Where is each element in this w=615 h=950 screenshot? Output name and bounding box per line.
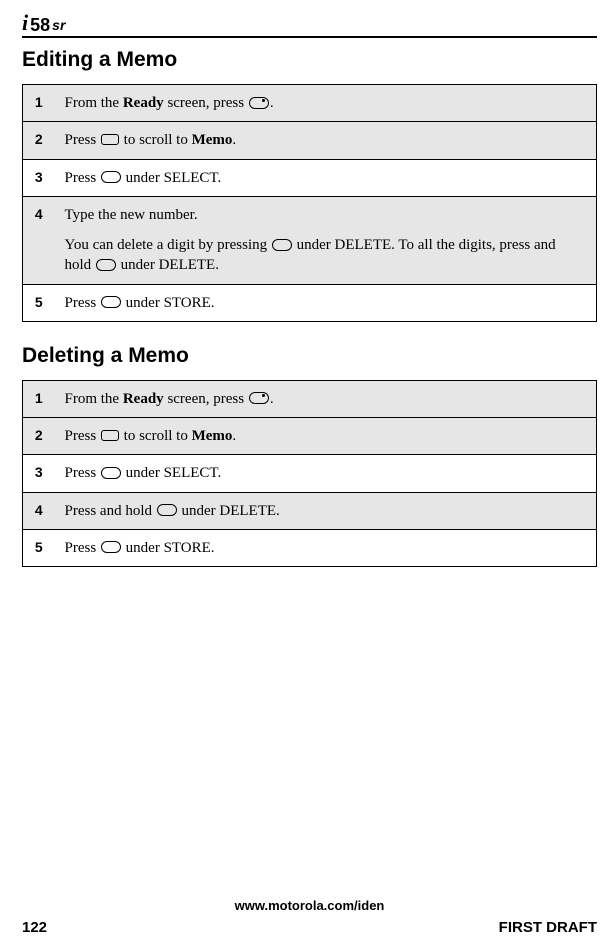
logo-i: i bbox=[22, 12, 28, 34]
text: . bbox=[232, 428, 236, 444]
draft-label: FIRST DRAFT bbox=[499, 919, 597, 936]
text: under STORE. bbox=[122, 295, 215, 311]
text: screen, press bbox=[164, 95, 248, 111]
step-number: 2 bbox=[23, 122, 57, 159]
step-number: 4 bbox=[23, 196, 57, 284]
footer-url: www.motorola.com/iden bbox=[22, 898, 597, 913]
table-row: 3 Press under SELECT. bbox=[23, 455, 597, 492]
page-header: i 58 sr bbox=[22, 12, 597, 38]
text: . bbox=[232, 132, 236, 148]
text: . bbox=[270, 95, 274, 111]
text-bold: Memo bbox=[192, 132, 233, 148]
text: Press bbox=[65, 428, 100, 444]
step-number: 5 bbox=[23, 529, 57, 566]
table-row: 4 Type the new number. You can delete a … bbox=[23, 196, 597, 284]
step-text: Press under SELECT. bbox=[57, 455, 597, 492]
softkey-icon bbox=[101, 467, 121, 479]
table-deleting-memo: 1 From the Ready screen, press . 2 Press… bbox=[22, 380, 597, 567]
text: Press bbox=[65, 170, 100, 186]
logo-suffix: sr bbox=[52, 18, 65, 34]
page-footer: www.motorola.com/iden 122 FIRST DRAFT bbox=[22, 898, 597, 936]
table-row: 1 From the Ready screen, press . bbox=[23, 85, 597, 122]
step-number: 1 bbox=[23, 85, 57, 122]
text: From the bbox=[65, 391, 123, 407]
text-bold: Memo bbox=[192, 428, 233, 444]
text-bold: Ready bbox=[123, 391, 164, 407]
step-text: Press under SELECT. bbox=[57, 159, 597, 196]
softkey-icon bbox=[101, 541, 121, 553]
table-row: 5 Press under STORE. bbox=[23, 284, 597, 321]
step-number: 4 bbox=[23, 492, 57, 529]
text: Type the new number. bbox=[65, 207, 198, 223]
text: to scroll to bbox=[120, 132, 192, 148]
nav-key-icon bbox=[101, 430, 119, 441]
text: under DELETE. bbox=[178, 503, 280, 519]
table-editing-memo: 1 From the Ready screen, press . 2 Press… bbox=[22, 84, 597, 322]
step-text: Press to scroll to Memo. bbox=[57, 418, 597, 455]
text: . bbox=[270, 391, 274, 407]
text: under STORE. bbox=[122, 540, 215, 556]
softkey-icon bbox=[101, 296, 121, 308]
logo-model-number: 58 bbox=[30, 16, 50, 34]
text: under DELETE. bbox=[117, 257, 219, 273]
text: Press bbox=[65, 540, 100, 556]
softkey-icon bbox=[157, 504, 177, 516]
text: under SELECT. bbox=[122, 170, 221, 186]
step-number: 1 bbox=[23, 380, 57, 417]
step-number: 2 bbox=[23, 418, 57, 455]
step-number: 5 bbox=[23, 284, 57, 321]
step-text: From the Ready screen, press . bbox=[57, 380, 597, 417]
page-number: 122 bbox=[22, 919, 47, 936]
step-text: Press under STORE. bbox=[57, 284, 597, 321]
table-row: 1 From the Ready screen, press . bbox=[23, 380, 597, 417]
step-text: Type the new number. You can delete a di… bbox=[57, 196, 597, 284]
table-row: 3 Press under SELECT. bbox=[23, 159, 597, 196]
text: From the bbox=[65, 95, 123, 111]
softkey-icon bbox=[272, 239, 292, 251]
text: under SELECT. bbox=[122, 465, 221, 481]
menu-key-icon bbox=[249, 97, 269, 109]
text: Press and hold bbox=[65, 503, 156, 519]
heading-deleting-memo: Deleting a Memo bbox=[22, 344, 597, 368]
text: Press bbox=[65, 295, 100, 311]
text: Press bbox=[65, 132, 100, 148]
table-row: 2 Press to scroll to Memo. bbox=[23, 122, 597, 159]
menu-key-icon bbox=[249, 392, 269, 404]
step-text: Press and hold under DELETE. bbox=[57, 492, 597, 529]
text-bold: Ready bbox=[123, 95, 164, 111]
step-text: Press to scroll to Memo. bbox=[57, 122, 597, 159]
step-text: Press under STORE. bbox=[57, 529, 597, 566]
text: to scroll to bbox=[120, 428, 192, 444]
nav-key-icon bbox=[101, 134, 119, 145]
softkey-icon bbox=[96, 259, 116, 271]
step-text: From the Ready screen, press . bbox=[57, 85, 597, 122]
heading-editing-memo: Editing a Memo bbox=[22, 48, 597, 72]
text: Press bbox=[65, 465, 100, 481]
step-number: 3 bbox=[23, 455, 57, 492]
text: screen, press bbox=[164, 391, 248, 407]
softkey-icon bbox=[101, 171, 121, 183]
table-row: 2 Press to scroll to Memo. bbox=[23, 418, 597, 455]
table-row: 5 Press under STORE. bbox=[23, 529, 597, 566]
text: You can delete a digit by pressing bbox=[65, 237, 271, 253]
table-row: 4 Press and hold under DELETE. bbox=[23, 492, 597, 529]
step-number: 3 bbox=[23, 159, 57, 196]
